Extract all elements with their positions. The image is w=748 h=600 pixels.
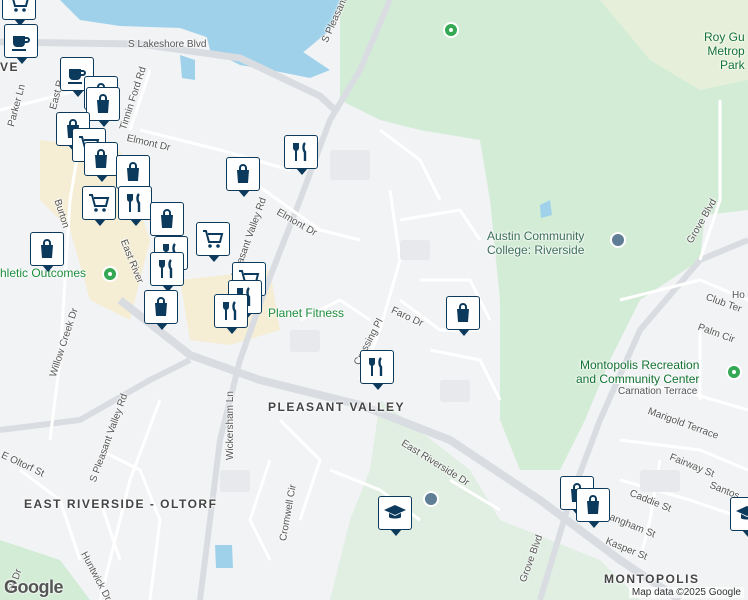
oltorf-road [0,357,192,433]
cart-icon [201,227,225,251]
bag-icon [581,493,605,517]
bag-icon [155,207,179,231]
shopping-bag-pin[interactable] [576,488,610,528]
fork-icon [219,299,243,323]
restaurant-pin[interactable] [214,294,248,334]
restaurant-pin[interactable] [360,350,394,390]
shopping-bag-pin[interactable] [86,87,120,127]
restaurant-pin[interactable] [284,135,318,175]
poi-montopolis-recreation[interactable]: Montopolis Recreation and Community Cent… [576,358,699,386]
poi-roy-guerrero-park[interactable]: Roy Gu Metrop Park [704,30,745,72]
cart-icon [7,0,31,15]
cup-icon [9,29,33,53]
poi-roy-guerrero-line-1: Roy Gu [704,30,745,44]
poi-austin-community-college[interactable]: Austin Community College: Riverside [487,229,584,257]
bag-icon [91,92,115,116]
shopping-cart-pin[interactable] [196,222,230,262]
bag-icon [35,237,59,261]
restaurant-pin[interactable] [150,252,184,292]
recreation-marker-icon[interactable] [726,364,742,380]
shopping-bag-pin[interactable] [226,157,260,197]
fork-icon [289,140,313,164]
grad-icon [383,501,407,525]
poi-acc-line-1: Austin Community [487,229,585,243]
pond [215,545,233,568]
bag-icon [89,147,113,171]
poi-acc-line-2: College: Riverside [487,243,585,257]
road-label-hol: Ho [732,290,745,301]
cart-icon [87,191,111,215]
gym-marker-icon[interactable] [102,266,118,282]
fork-icon [123,191,147,215]
area-label-montopolis: MONTOPOLIS [604,572,700,586]
college-marker-icon[interactable] [610,232,626,248]
shopping-bag-pin[interactable] [30,232,64,272]
poi-montopolis-line-1: Montopolis Recreation [579,358,700,372]
restaurant-pin[interactable] [118,186,152,226]
bag-icon [451,301,475,325]
shopping-cart-pin[interactable] [2,0,36,26]
poi-planet-fitness[interactable]: Planet Fitness [268,306,344,320]
poi-montopolis-line-2: and Community Center [576,372,700,386]
shopping-bag-pin[interactable] [144,290,178,330]
bag-icon [231,162,255,186]
road-label-wickersham-ln: Wickersham Ln [225,391,236,460]
coffee-pin[interactable] [4,24,38,64]
area-label-pleasant-valley: PLEASANT VALLEY [268,400,405,414]
bag-icon [121,160,145,184]
pond [180,55,195,80]
shopping-bag-pin[interactable] [84,142,118,182]
fork-icon [155,257,179,281]
shopping-cart-pin[interactable] [82,186,116,226]
park-marker-icon[interactable] [443,22,459,38]
road-label-carnation-terrace: Carnation Terrace [618,386,698,397]
grad-icon [735,502,748,526]
poi-roy-guerrero-line-3: Park [720,58,745,72]
google-logo: Google [4,577,64,597]
shopping-bag-pin[interactable] [446,296,480,336]
road-label-s-lakeshore-blvd: S Lakeshore Blvd [128,39,207,50]
shopping-bag-pin[interactable] [150,202,184,242]
map-attribution: Map data ©2025 Google [628,587,744,598]
shopping-bag-pin[interactable] [116,155,150,195]
bag-icon [149,295,173,319]
map-canvas[interactable]: S Lakeshore Blvd S Pleasant Valley Parke… [0,0,748,600]
fork-icon [365,355,389,379]
school-pin[interactable] [378,496,412,536]
school-pin[interactable] [730,497,748,537]
area-label-east-riverside-oltorf: EAST RIVERSIDE - OLTORF [24,497,218,511]
poi-roy-guerrero-line-2: Metrop [707,44,745,58]
school-marker-icon[interactable] [423,491,439,507]
